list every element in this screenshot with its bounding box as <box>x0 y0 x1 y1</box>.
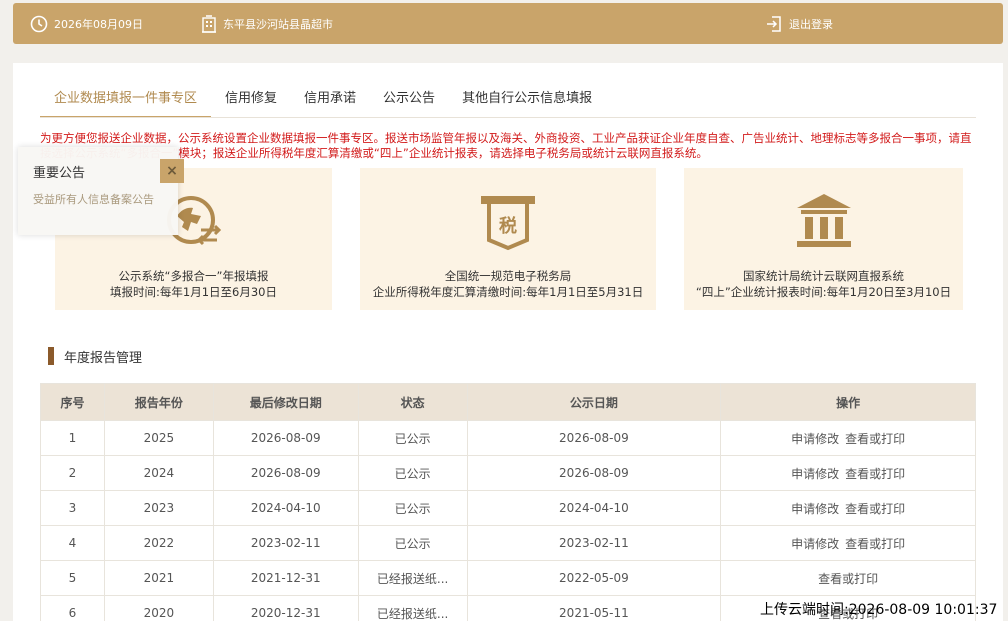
view-print-link[interactable]: 查看或打印 <box>845 502 905 516</box>
apply-modify-link[interactable]: 申请修改 <box>791 467 839 481</box>
tab-credit-repair[interactable]: 信用修复 <box>225 88 277 118</box>
column-header: 操作 <box>720 383 976 421</box>
apply-modify-link[interactable]: 申请修改 <box>791 432 839 446</box>
table-cell: 6 <box>40 595 105 621</box>
table-cell: 已公示 <box>357 455 468 491</box>
notice-text: 为更方便您报送企业数据，公示系统设置企业数据填报一件事专区。报送市场监管年报以及… <box>40 131 972 160</box>
table-cell: 2023-02-11 <box>466 525 722 561</box>
column-header: 状态 <box>357 383 468 421</box>
tab-other-disclosure[interactable]: 其他自行公示信息填报 <box>462 88 592 118</box>
table-cell: 4 <box>40 525 105 561</box>
card-title: 国家统计局统计云联网直报系统 <box>743 269 904 283</box>
table-cell: 已公示 <box>357 525 468 561</box>
view-print-link[interactable]: 查看或打印 <box>845 537 905 551</box>
apply-modify-link[interactable]: 申请修改 <box>791 502 839 516</box>
table-cell: 已经报送纸... <box>357 595 468 621</box>
annual-report-table: 序号 报告年份 最后修改日期 状态 公示日期 操作 1 2025 2026-08-0… <box>40 383 976 621</box>
table-cell: 2 <box>40 455 105 491</box>
view-print-link[interactable]: 查看或打印 <box>845 467 905 481</box>
statistics-building-icon <box>793 190 855 255</box>
table-cell-actions: 申请修改 查看或打印 <box>720 525 976 561</box>
apply-modify-link[interactable]: 申请修改 <box>791 537 839 551</box>
date-display: 2026年08月09日 <box>30 3 143 44</box>
table-cell: 2023-02-11 <box>212 525 359 561</box>
tab-bar: 企业数据填报一件事专区 信用修复 信用承诺 公示公告 其他自行公示信息填报 <box>40 88 619 118</box>
company-name: 东平县沙河站县晶超市 <box>223 17 333 31</box>
building-icon <box>201 14 217 33</box>
view-print-link[interactable]: 查看或打印 <box>818 572 878 586</box>
table-cell: 2026-08-09 <box>212 420 359 456</box>
column-header: 报告年份 <box>103 383 214 421</box>
logout-label: 退出登录 <box>789 17 833 31</box>
section-title-text: 年度报告管理 <box>64 350 143 366</box>
table-cell: 2026-08-09 <box>466 455 722 491</box>
table-cell: 2024 <box>103 455 214 491</box>
table-cell: 已经报送纸... <box>357 560 468 596</box>
svg-text:税: 税 <box>499 215 517 237</box>
current-date: 2026年08月09日 <box>54 17 143 31</box>
card-subtitle: “四上”企业统计报表时间:每年1月20日至3月10日 <box>695 285 952 299</box>
close-button[interactable]: × <box>160 159 184 183</box>
upload-timestamp: 上传云端时间:2026-08-09 10:01:37 <box>760 602 998 618</box>
table-cell-actions: 申请修改 查看或打印 <box>720 490 976 526</box>
card-subtitle: 填报时间:每年1月1日至6月30日 <box>110 285 277 299</box>
table-cell: 2020 <box>103 595 214 621</box>
card-statistics[interactable]: 国家统计局统计云联网直报系统 “四上”企业统计报表时间:每年1月20日至3月10… <box>684 168 963 310</box>
table-cell: 2026-08-09 <box>212 455 359 491</box>
top-bar: 2026年08月09日 东平县沙河站县晶超市 退出登录 <box>13 3 1003 44</box>
card-title: 全国统一规范电子税务局 <box>444 269 572 283</box>
logout-icon <box>765 15 783 33</box>
tab-credit-commitment[interactable]: 信用承诺 <box>304 88 356 118</box>
table-cell-actions: 查看或打印 <box>720 560 976 596</box>
tax-icon: 税 <box>477 190 539 255</box>
tab-enterprise-data[interactable]: 企业数据填报一件事专区 <box>40 88 212 118</box>
tab-public-announcement[interactable]: 公示公告 <box>383 88 435 118</box>
table-cell: 2026-08-09 <box>466 420 722 456</box>
column-header: 公示日期 <box>466 383 722 421</box>
table-row: 5 2021 2021-12-31 已经报送纸... 2022-05-09 查看或打印 <box>40 560 976 596</box>
table-cell: 5 <box>40 560 105 596</box>
table-cell: 2023 <box>103 490 214 526</box>
card-tax-bureau[interactable]: 税 全国统一规范电子税务局 企业所得税年度汇算清缴时间:每年1月1日至5月31日 <box>360 168 656 310</box>
table-cell-actions: 申请修改 查看或打印 <box>720 455 976 491</box>
card-title: 公示系统“多报合一”年报填报 <box>118 269 269 283</box>
tab-divider <box>40 117 976 118</box>
column-header: 最后修改日期 <box>212 383 359 421</box>
card-subtitle: 企业所得税年度汇算清缴时间:每年1月1日至5月31日 <box>372 285 644 299</box>
clock-icon <box>30 15 48 33</box>
table-cell: 2021-05-11 <box>466 595 722 621</box>
logout-button[interactable]: 退出登录 <box>765 3 833 44</box>
table-cell-actions: 申请修改 查看或打印 <box>720 420 976 456</box>
table-cell: 2022 <box>103 525 214 561</box>
company-display: 东平县沙河站县晶超市 <box>201 3 333 44</box>
table-row: 2 2024 2026-08-09 已公示 2026-08-09 申请修改 查看或打印 <box>40 455 976 491</box>
table-cell: 1 <box>40 420 105 456</box>
table-row: 3 2023 2024-04-10 已公示 2024-04-10 申请修改 查看或打印 <box>40 490 976 526</box>
table-cell: 2020-12-31 <box>212 595 359 621</box>
table-cell: 已公示 <box>357 420 468 456</box>
table-header-row: 序号 报告年份 最后修改日期 状态 公示日期 操作 <box>40 383 976 421</box>
column-header: 序号 <box>40 383 105 421</box>
popup-link[interactable]: 受益所有人信息备案公告 <box>33 191 154 207</box>
table-cell: 2021 <box>103 560 214 596</box>
table-row: 4 2022 2023-02-11 已公示 2023-02-11 申请修改 查看或打印 <box>40 525 976 561</box>
table-cell: 已公示 <box>357 490 468 526</box>
announcement-popup: 重要公告 × 受益所有人信息备案公告 <box>18 147 184 235</box>
section-title: 年度报告管理 <box>48 347 143 366</box>
table-cell: 3 <box>40 490 105 526</box>
table-cell: 2024-04-10 <box>212 490 359 526</box>
view-print-link[interactable]: 查看或打印 <box>845 432 905 446</box>
popup-title: 重要公告 <box>33 166 86 181</box>
table-cell: 2024-04-10 <box>466 490 722 526</box>
section-marker <box>48 347 54 365</box>
table-cell: 2022-05-09 <box>466 560 722 596</box>
table-cell: 2025 <box>103 420 214 456</box>
table-row: 1 2025 2026-08-09 已公示 2026-08-09 申请修改 查看或打印 <box>40 420 976 456</box>
table-cell: 2021-12-31 <box>212 560 359 596</box>
